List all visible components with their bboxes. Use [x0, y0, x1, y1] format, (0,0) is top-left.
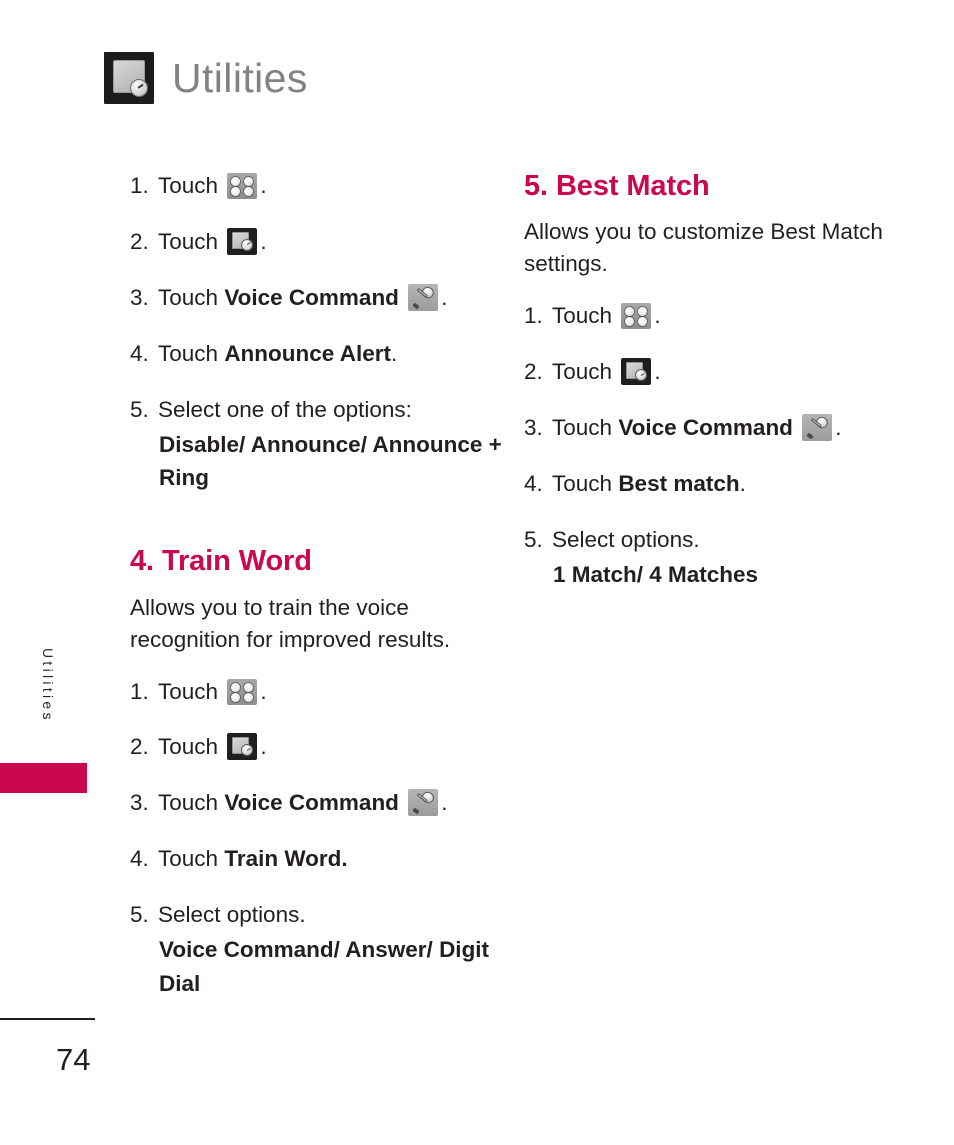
- step-text: Touch: [158, 284, 219, 310]
- page-number: 74: [56, 1042, 91, 1077]
- step-text: Touch: [552, 415, 613, 441]
- list-item: 2. Touch .: [130, 226, 510, 258]
- step-number: 5.: [130, 902, 149, 928]
- section-title-best-match: 5. Best Match: [524, 170, 710, 202]
- step-number: 4.: [524, 471, 543, 497]
- list-item: 3. Touch Voice Command .: [130, 787, 510, 819]
- step-suffix: .: [260, 734, 267, 760]
- step-number: 5.: [130, 396, 149, 422]
- step-number: 2.: [524, 359, 543, 385]
- list-item: 2. Touch .: [524, 356, 904, 388]
- step-text: Touch: [552, 471, 613, 497]
- section-intro-best-match: Allows you to customize Best Match setti…: [524, 219, 883, 277]
- list-item: 5. Select one of the options: Disable/ A…: [130, 394, 510, 495]
- grid-menu-icon[interactable]: [227, 173, 258, 199]
- step-number: 1.: [130, 678, 149, 704]
- step-bold-label: Best match: [618, 471, 740, 497]
- utilities-icon[interactable]: [621, 358, 652, 386]
- step-number: 4.: [130, 846, 149, 872]
- page-header: Utilities: [104, 52, 308, 104]
- step-number: 2.: [130, 228, 149, 254]
- step-suffix: .: [260, 228, 267, 254]
- step-text: Touch: [552, 359, 613, 385]
- list-item: 4. Touch Best match.: [524, 468, 904, 500]
- step-text: Touch: [158, 790, 219, 816]
- list-item: 4. Touch Announce Alert.: [130, 338, 510, 370]
- step-text: Touch: [158, 678, 219, 704]
- grid-menu-icon[interactable]: [227, 678, 258, 705]
- page-title: Utilities: [172, 54, 308, 101]
- step-number: 3.: [130, 284, 149, 310]
- side-tab-label: Utilities: [0, 648, 96, 768]
- step-text: Select options.: [552, 527, 700, 553]
- best-match-steps: 1. Touch . 2. Touch . 3. Touch Voice Com…: [524, 300, 904, 591]
- step-suffix: .: [654, 359, 661, 385]
- step-bold-label: Voice Command: [618, 415, 793, 441]
- step-suffix: .: [739, 471, 746, 497]
- step-text: Touch: [158, 340, 219, 366]
- clock-badge: [130, 79, 148, 97]
- utilities-icon[interactable]: [227, 227, 258, 255]
- step-bold-label: Voice Command: [224, 790, 399, 816]
- step-suffix: .: [260, 173, 267, 198]
- step-suffix: .: [391, 340, 398, 366]
- left-column: 1. Touch . 2. Touch . 3. Touch Voice Com…: [130, 170, 510, 1001]
- step-number: 1.: [130, 173, 149, 198]
- step-suffix: .: [260, 678, 267, 704]
- step-number: 3.: [130, 790, 149, 816]
- right-column: 5. Best Match Allows you to customize Be…: [524, 170, 904, 592]
- list-item: 3. Touch Voice Command .: [524, 412, 904, 444]
- utilities-clock-icon: [104, 52, 154, 104]
- step-number: 3.: [524, 415, 543, 441]
- train-word-steps: 1. Touch . 2. Touch . 3. Touch Voice Com…: [130, 676, 510, 1001]
- step-options: Disable/ Announce/ Announce + Ring: [159, 431, 502, 491]
- microphone-icon[interactable]: [408, 789, 439, 817]
- list-item: 1. Touch .: [524, 300, 904, 332]
- step-bold-label: Voice Command: [224, 284, 399, 310]
- step-suffix: .: [441, 790, 448, 816]
- step-text: Touch: [158, 173, 219, 198]
- step-suffix: .: [654, 303, 661, 329]
- step-text: Touch: [158, 734, 219, 760]
- step-text: Touch: [158, 228, 219, 254]
- step-bold-label: Announce Alert: [224, 340, 391, 366]
- grid-menu-icon[interactable]: [621, 303, 652, 330]
- list-item: 1. Touch .: [130, 170, 510, 202]
- microphone-icon[interactable]: [802, 414, 833, 442]
- step-suffix: .: [441, 284, 448, 310]
- list-item: 4. Touch Train Word.: [130, 843, 510, 875]
- list-item: 1. Touch .: [130, 676, 510, 708]
- footer-divider: [0, 1018, 95, 1020]
- step-bold-label: Train Word.: [224, 846, 348, 872]
- utilities-icon[interactable]: [227, 733, 258, 761]
- step-text: Select options.: [158, 902, 306, 928]
- step-suffix: .: [835, 415, 842, 441]
- list-item: 5. Select options. Voice Command/ Answer…: [130, 899, 510, 1000]
- microphone-icon[interactable]: [408, 283, 439, 311]
- list-item: 2. Touch .: [130, 731, 510, 763]
- step-number: 5.: [524, 527, 543, 553]
- step-text: Touch: [158, 846, 219, 872]
- step-number: 4.: [130, 340, 149, 366]
- section-intro-train-word: Allows you to train the voice recognitio…: [130, 594, 451, 652]
- step-options: Voice Command/ Answer/ Digit Dial: [159, 937, 490, 996]
- step-text: Select one of the options:: [158, 396, 412, 422]
- section-title-train-word: 4. Train Word: [130, 545, 312, 578]
- step-number: 1.: [524, 303, 543, 329]
- step-number: 2.: [130, 734, 149, 760]
- step-text: Touch: [552, 303, 613, 329]
- step-options: 1 Match/ 4 Matches: [553, 562, 759, 588]
- side-tab-marker: [0, 763, 87, 793]
- announce-alert-steps: 1. Touch . 2. Touch . 3. Touch Voice Com…: [130, 170, 510, 495]
- list-item: 5. Select options. 1 Match/ 4 Matches: [524, 524, 904, 592]
- list-item: 3. Touch Voice Command .: [130, 282, 510, 314]
- side-tab-text: Utilities: [40, 648, 56, 723]
